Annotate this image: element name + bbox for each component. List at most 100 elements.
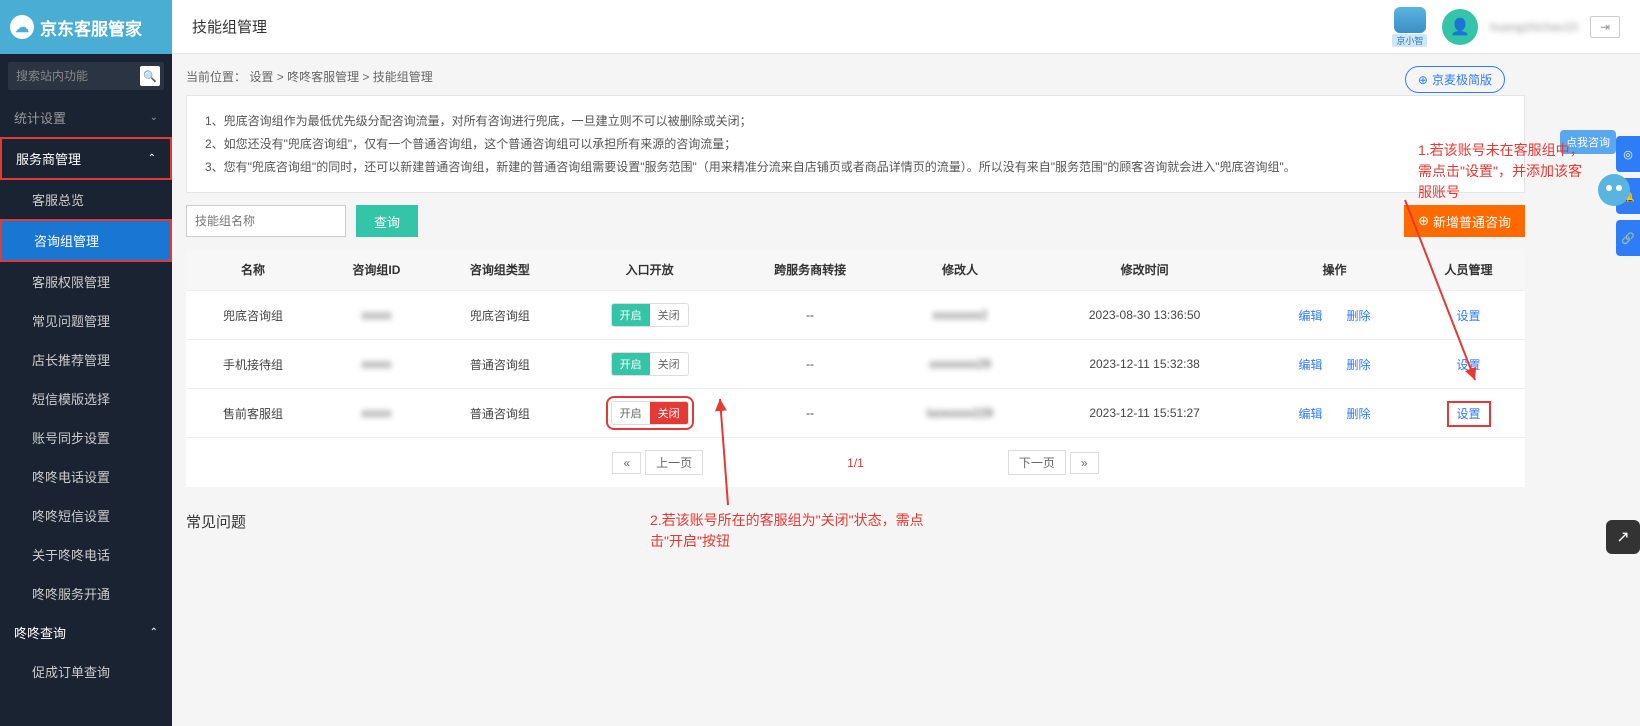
- page-next[interactable]: 下一页: [1008, 450, 1066, 475]
- sidebar-search: 🔍: [0, 54, 172, 98]
- cell-name: 兜底咨询组: [186, 291, 320, 340]
- sidebar-item-sms-template[interactable]: 短信模版选择: [0, 379, 172, 418]
- user-name: huangzhichao10: [1490, 20, 1578, 34]
- toggle-on[interactable]: 开启: [612, 304, 650, 326]
- breadcrumb-link-2[interactable]: 咚咚客服管理: [287, 70, 359, 84]
- logo-icon: ☁: [10, 15, 34, 39]
- page-prev[interactable]: 上一页: [645, 450, 703, 475]
- cell-toggle: 开启关闭: [567, 291, 733, 340]
- cell-user: luoxxxxx229: [888, 389, 1033, 438]
- set-link[interactable]: 设置: [1451, 405, 1487, 423]
- cell-type: 普通咨询组: [433, 340, 567, 389]
- sidebar-item-service-open[interactable]: 咚咚服务开通: [0, 574, 172, 613]
- logo-text: 京东客服管家: [40, 15, 142, 40]
- page-title: 技能组管理: [192, 16, 267, 37]
- sidebar-item-account-sync[interactable]: 账号同步设置: [0, 418, 172, 457]
- floating-robot-icon[interactable]: [1594, 170, 1634, 210]
- cell-cross: --: [733, 291, 888, 340]
- th-action: 操作: [1257, 249, 1412, 291]
- page-info: 1/1: [707, 456, 1004, 470]
- exit-button[interactable]: ⇥: [1590, 16, 1620, 38]
- groups-table: 名称 咨询组ID 咨询组类型 入口开放 跨服务商转接 修改人 修改时间 操作 人…: [186, 249, 1525, 438]
- toggle-off[interactable]: 关闭: [650, 402, 688, 424]
- toggle-on[interactable]: 开启: [612, 353, 650, 375]
- edit-link[interactable]: 编辑: [1298, 358, 1322, 372]
- cell-time: 2023-12-11 15:51:27: [1032, 389, 1257, 438]
- th-cross: 跨服务商转接: [733, 249, 888, 291]
- th-open: 入口开放: [567, 249, 733, 291]
- th-time: 修改时间: [1032, 249, 1257, 291]
- cell-toggle: 开启关闭: [567, 340, 733, 389]
- table-header-row: 名称 咨询组ID 咨询组类型 入口开放 跨服务商转接 修改人 修改时间 操作 人…: [186, 249, 1525, 291]
- toggle-on[interactable]: 开启: [612, 402, 650, 424]
- sidebar-item-consult-group[interactable]: 咨询组管理: [0, 219, 172, 262]
- sidebar-item-order-query[interactable]: 促成订单查询: [0, 652, 172, 691]
- cell-id: xxxxx: [320, 389, 433, 438]
- cell-cross: --: [733, 389, 888, 438]
- user-avatar[interactable]: 👤: [1442, 9, 1478, 45]
- share-icon[interactable]: ↗: [1606, 520, 1640, 554]
- sidebar-item-dong-phone[interactable]: 咚咚电话设置: [0, 457, 172, 496]
- edit-link[interactable]: 编辑: [1298, 407, 1322, 421]
- menu-section-provider[interactable]: 服务商管理 ⌃: [0, 137, 172, 180]
- sidebar: ☁ 京东客服管家 🔍 统计设置 ⌄ 服务商管理 ⌃ 客服总览 咨询组管理 客服权…: [0, 0, 172, 726]
- page-first[interactable]: «: [612, 452, 641, 474]
- section-query-label: 咚咚查询: [14, 623, 66, 642]
- toggle-off[interactable]: 关闭: [650, 304, 688, 326]
- arrow-2: [718, 395, 738, 515]
- delete-link[interactable]: 删除: [1346, 309, 1370, 323]
- info-box: 1、兜底咨询组作为最低优先级分配咨询流量，对所有咨询进行兜底，一旦建立则不可以被…: [186, 95, 1525, 193]
- rside-help-icon[interactable]: ◎: [1616, 136, 1640, 172]
- cell-id: xxxxx: [320, 291, 433, 340]
- arrow-1: [1390, 200, 1490, 395]
- robot-assistant[interactable]: 京小智: [1390, 7, 1430, 47]
- simple-icon: ⊕: [1418, 73, 1428, 87]
- toolbar: 查询 ⊕ 新增普通咨询: [186, 205, 1525, 237]
- cell-actions: 编辑 删除: [1257, 291, 1412, 340]
- sidebar-item-permission[interactable]: 客服权限管理: [0, 262, 172, 301]
- annotation-1: 1.若该账号未在客服组中，需点击"设置"，并添加该客服账号: [1418, 140, 1588, 203]
- chevron-up-icon: ⌃: [150, 627, 158, 638]
- toggle-off[interactable]: 关闭: [650, 353, 688, 375]
- delete-link[interactable]: 删除: [1346, 358, 1370, 372]
- logo: ☁ 京东客服管家: [0, 0, 172, 54]
- breadcrumb-link-1[interactable]: 设置: [249, 70, 273, 84]
- menu-section-stats[interactable]: 统计设置 ⌄: [0, 98, 172, 137]
- cell-personnel: 设置: [1412, 389, 1525, 438]
- sidebar-item-about-phone[interactable]: 关于咚咚电话: [0, 535, 172, 574]
- breadcrumb: 当前位置： 设置 > 咚咚客服管理 > 技能组管理: [186, 68, 1525, 85]
- annotation-2: 2.若该账号所在的客服组为"关闭"状态，需点击"开启"按钮: [650, 510, 950, 552]
- rside-link-icon[interactable]: 🔗: [1616, 220, 1640, 256]
- sidebar-item-overview[interactable]: 客服总览: [0, 180, 172, 219]
- delete-link[interactable]: 删除: [1346, 407, 1370, 421]
- sidebar-item-faq[interactable]: 常见问题管理: [0, 301, 172, 340]
- page-last[interactable]: »: [1070, 452, 1099, 474]
- info-line-3: 3、您有"兜底咨询组"的同时，还可以新建普通咨询组，新建的普通咨询组需要设置"服…: [205, 156, 1506, 179]
- simple-mode-button[interactable]: ⊕ 京麦极简版: [1405, 66, 1505, 93]
- cell-actions: 编辑 删除: [1257, 340, 1412, 389]
- cell-id: xxxxx: [320, 340, 433, 389]
- open-toggle[interactable]: 开启关闭: [611, 303, 689, 327]
- search-button[interactable]: 查询: [356, 205, 418, 237]
- header-right: 京小智 👤 huangzhichao10 ⇥: [1390, 0, 1620, 54]
- search-button[interactable]: 🔍: [140, 66, 160, 86]
- cell-user: xxxxxxxx29: [888, 340, 1033, 389]
- sidebar-item-dong-sms[interactable]: 咚咚短信设置: [0, 496, 172, 535]
- breadcrumb-prefix: 当前位置：: [186, 70, 246, 84]
- section-stats-label: 统计设置: [14, 108, 66, 127]
- open-toggle[interactable]: 开启关闭: [611, 401, 689, 425]
- cell-time: 2023-12-11 15:32:38: [1032, 340, 1257, 389]
- menu-section-query[interactable]: 咚咚查询 ⌃: [0, 613, 172, 652]
- cell-user: xxxxxxxx2: [888, 291, 1033, 340]
- open-toggle[interactable]: 开启关闭: [611, 352, 689, 376]
- header: 技能组管理 京小智 👤 huangzhichao10 ⇥: [172, 0, 1640, 54]
- th-type: 咨询组类型: [433, 249, 567, 291]
- section-provider-label: 服务商管理: [16, 149, 81, 168]
- edit-link[interactable]: 编辑: [1298, 309, 1322, 323]
- cell-toggle: 开启关闭: [567, 389, 733, 438]
- breadcrumb-current: 技能组管理: [373, 70, 433, 84]
- cell-type: 兜底咨询组: [433, 291, 567, 340]
- info-line-2: 2、如您还没有"兜底咨询组"，仅有一个普通咨询组，这个普通咨询组可以承担所有来源…: [205, 133, 1506, 156]
- group-name-input[interactable]: [186, 205, 346, 237]
- sidebar-item-recommend[interactable]: 店长推荐管理: [0, 340, 172, 379]
